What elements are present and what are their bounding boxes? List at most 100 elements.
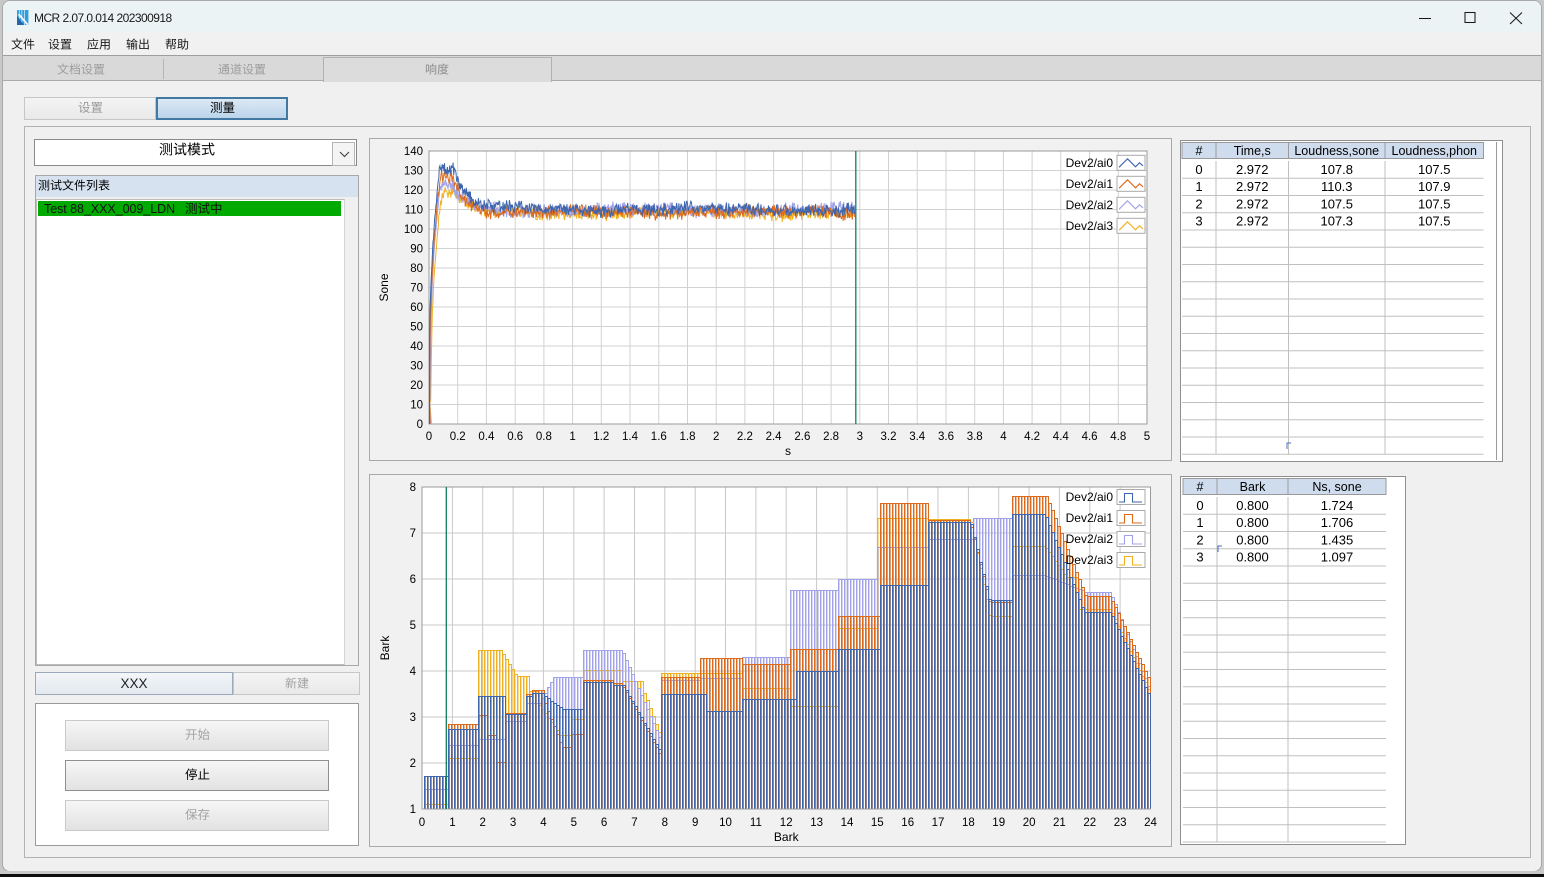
svg-text:4.6: 4.6: [1082, 431, 1098, 443]
svg-text:0.800: 0.800: [1236, 498, 1269, 513]
svg-text:#: #: [1196, 144, 1203, 158]
svg-text:0: 0: [1195, 162, 1202, 177]
svg-text:12: 12: [780, 817, 793, 829]
svg-text:0.6: 0.6: [507, 431, 523, 443]
svg-text:0: 0: [417, 419, 423, 431]
svg-text:1.6: 1.6: [651, 431, 667, 443]
svg-text:5: 5: [1144, 431, 1150, 443]
svg-text:3: 3: [410, 712, 416, 724]
svg-text:13: 13: [810, 817, 823, 829]
svg-text:30: 30: [410, 361, 423, 373]
svg-text:10: 10: [410, 400, 423, 412]
svg-text:0.4: 0.4: [478, 431, 495, 443]
svg-text:2: 2: [1195, 196, 1202, 211]
svg-text:0.8: 0.8: [536, 431, 552, 443]
svg-text:2: 2: [479, 817, 485, 829]
svg-text:1.2: 1.2: [593, 431, 609, 443]
svg-text:15: 15: [871, 817, 884, 829]
svg-text:2.4: 2.4: [766, 431, 783, 443]
svg-text:8: 8: [410, 482, 416, 494]
svg-text:130: 130: [404, 166, 423, 178]
svg-text:1: 1: [1196, 515, 1203, 530]
svg-text:4: 4: [1000, 431, 1007, 443]
svg-text:0.2: 0.2: [450, 431, 466, 443]
svg-text:2.2: 2.2: [737, 431, 753, 443]
svg-text:2.972: 2.972: [1236, 162, 1269, 177]
svg-text:Dev2/ai1: Dev2/ai1: [1066, 511, 1114, 525]
svg-text:0: 0: [426, 431, 432, 443]
svg-text:2.972: 2.972: [1236, 214, 1269, 229]
svg-text:107.5: 107.5: [1418, 162, 1451, 177]
svg-text:50: 50: [410, 322, 423, 334]
svg-text:Dev2/ai0: Dev2/ai0: [1066, 490, 1114, 504]
svg-text:107.8: 107.8: [1320, 162, 1353, 177]
svg-text:2.972: 2.972: [1236, 196, 1269, 211]
svg-text:3.6: 3.6: [938, 431, 954, 443]
svg-text:20: 20: [410, 380, 423, 392]
svg-text:16: 16: [901, 817, 914, 829]
svg-text:8: 8: [662, 817, 668, 829]
svg-text:14: 14: [841, 817, 854, 829]
svg-text:1: 1: [449, 817, 455, 829]
svg-text:18: 18: [962, 817, 975, 829]
svg-text:Dev2/ai3: Dev2/ai3: [1066, 219, 1114, 233]
svg-text:107.5: 107.5: [1418, 214, 1451, 229]
svg-text:1.435: 1.435: [1321, 532, 1354, 547]
svg-text:Time,s: Time,s: [1234, 144, 1271, 158]
svg-text:0: 0: [1196, 498, 1203, 513]
svg-text:23: 23: [1114, 817, 1127, 829]
svg-text:1: 1: [1195, 179, 1202, 194]
svg-text:110: 110: [405, 205, 423, 217]
svg-text:100: 100: [404, 224, 423, 236]
svg-text:60: 60: [410, 302, 423, 314]
svg-text:3: 3: [1195, 214, 1202, 229]
svg-text:4.4: 4.4: [1053, 431, 1070, 443]
svg-text:120: 120: [404, 185, 423, 197]
svg-text:4: 4: [410, 666, 417, 678]
svg-text:1.8: 1.8: [680, 431, 696, 443]
svg-text:40: 40: [410, 341, 423, 353]
svg-text:Dev2/ai2: Dev2/ai2: [1066, 532, 1114, 546]
svg-text:0.800: 0.800: [1236, 550, 1269, 565]
svg-text:3: 3: [857, 431, 863, 443]
svg-text:9: 9: [692, 817, 698, 829]
svg-text:1.706: 1.706: [1321, 515, 1354, 530]
svg-text:6: 6: [601, 817, 607, 829]
svg-text:s: s: [785, 444, 791, 458]
svg-text:1: 1: [569, 431, 575, 443]
svg-text:0: 0: [419, 817, 425, 829]
svg-text:6: 6: [410, 574, 416, 586]
svg-text:107.5: 107.5: [1320, 196, 1353, 211]
svg-text:3.4: 3.4: [909, 431, 926, 443]
svg-text:90: 90: [410, 244, 423, 256]
svg-text:10: 10: [719, 817, 732, 829]
svg-text:Ns, sone: Ns, sone: [1312, 480, 1361, 494]
svg-text:70: 70: [410, 283, 423, 295]
svg-text:Dev2/ai1: Dev2/ai1: [1066, 177, 1114, 191]
svg-text:Dev2/ai0: Dev2/ai0: [1066, 156, 1114, 170]
svg-text:1.4: 1.4: [622, 431, 639, 443]
svg-text:140: 140: [404, 146, 423, 158]
svg-text:Loudness,sone: Loudness,sone: [1294, 144, 1379, 158]
svg-text:3.8: 3.8: [967, 431, 983, 443]
svg-text:4.8: 4.8: [1110, 431, 1126, 443]
svg-text:22: 22: [1083, 817, 1096, 829]
svg-text:80: 80: [410, 263, 423, 275]
svg-text:Bark: Bark: [774, 830, 800, 844]
svg-text:3: 3: [1196, 550, 1203, 565]
svg-text:Sone: Sone: [377, 273, 391, 301]
svg-text:107.5: 107.5: [1418, 196, 1451, 211]
svg-text:#: #: [1197, 480, 1204, 494]
svg-text:107.3: 107.3: [1320, 214, 1353, 229]
svg-text:7: 7: [631, 817, 637, 829]
svg-text:Dev2/ai2: Dev2/ai2: [1066, 198, 1114, 212]
svg-text:Loudness,phon: Loudness,phon: [1392, 144, 1478, 158]
svg-text:2: 2: [410, 758, 416, 770]
svg-text:2.8: 2.8: [823, 431, 839, 443]
svg-text:4.2: 4.2: [1024, 431, 1040, 443]
svg-text:3.2: 3.2: [881, 431, 897, 443]
svg-text:7: 7: [410, 528, 416, 540]
svg-text:19: 19: [992, 817, 1005, 829]
svg-text:0.800: 0.800: [1236, 515, 1269, 530]
svg-text:11: 11: [750, 817, 762, 829]
